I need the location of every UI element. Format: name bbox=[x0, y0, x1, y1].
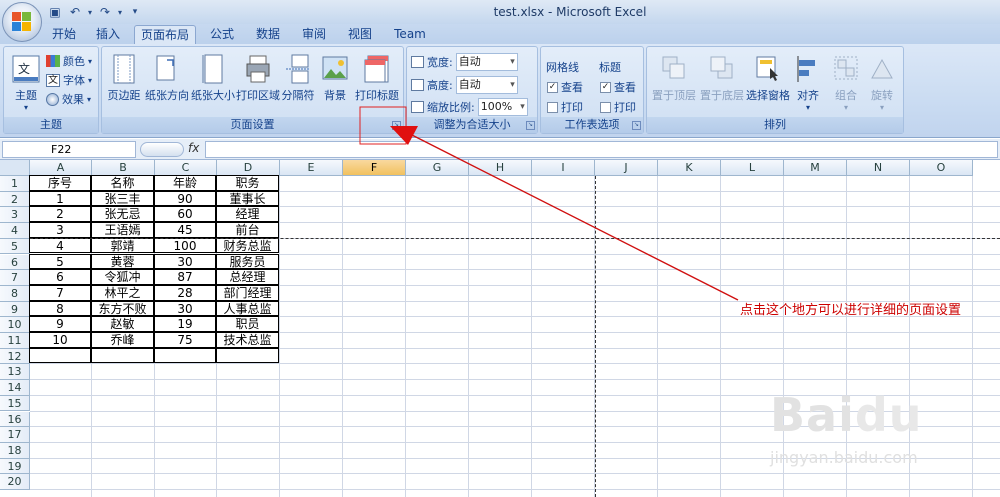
highlight-box bbox=[359, 106, 407, 145]
office-button[interactable] bbox=[2, 2, 42, 42]
baidu-watermark-url: jingyan.baidu.com bbox=[770, 448, 918, 467]
baidu-watermark-logo: Baidu bbox=[770, 388, 923, 442]
annotation-text: 点击这个地方可以进行详细的页面设置 bbox=[740, 303, 962, 318]
annotation-line bbox=[407, 132, 739, 301]
office-logo-icon bbox=[12, 12, 32, 32]
